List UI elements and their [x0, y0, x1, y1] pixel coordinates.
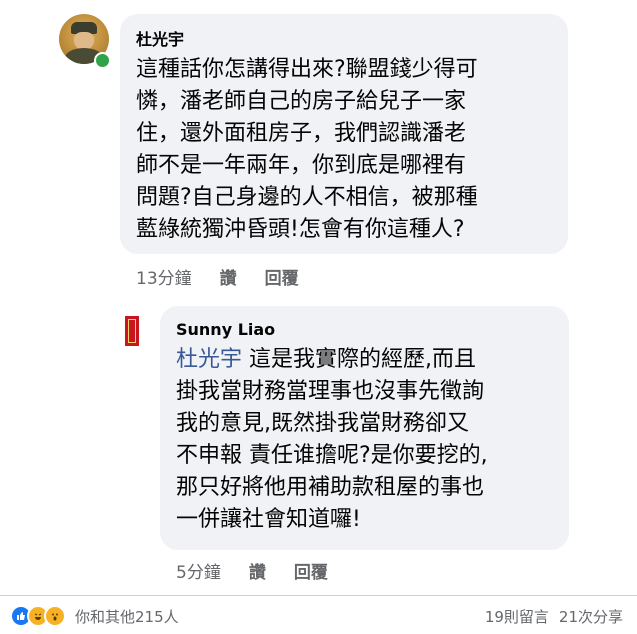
comment-text: 這種話你怎講得出來?聯盟錢少得可 憐，潘老師自己的房子給兒子一家 住，還外面租房… [136, 57, 478, 242]
comment-bubble: 杜光宇 這種話你怎講得出來?聯盟錢少得可 憐，潘老師自己的房子給兒子一家 住，還… [120, 14, 568, 254]
reply-button[interactable]: 回覆 [265, 264, 299, 289]
reaction-count: 你和其他215人 [75, 607, 179, 626]
divider [0, 595, 637, 596]
seal-border [128, 319, 136, 343]
comment-count[interactable]: 19則留言 [485, 606, 549, 627]
comment-time[interactable]: 13分鐘 [136, 264, 192, 289]
comment-author[interactable]: 杜光宇 [136, 26, 184, 50]
reply-avatar[interactable] [125, 316, 139, 346]
mention-link[interactable]: 杜光宇 [176, 347, 242, 372]
reply-text: 杜光宇 這是我實際的經歷,而且 掛我當財務當理事也沒事先徵詢 我的意見,既然掛我… [176, 344, 488, 536]
reply-text-rest: 掛我當財務當理事也沒事先徵詢 我的意見,既然掛我當財務卻又 不申報 責任谁擔呢?… [176, 379, 488, 532]
reply-bubble: Sunny Liao 杜光宇 這是我實際的經歷,而且 掛我當財務當理事也沒事先徵… [160, 306, 569, 550]
comment-actions: 13分鐘 讚 回覆 [136, 264, 299, 289]
reply-button[interactable]: 回覆 [294, 558, 328, 583]
reply-actions: 5分鐘 讚 回覆 [176, 558, 328, 583]
wow-icon [44, 605, 66, 627]
reactions-summary[interactable]: 你和其他215人 [10, 605, 179, 627]
share-count[interactable]: 21次分享 [559, 606, 623, 627]
reply-time[interactable]: 5分鐘 [176, 558, 221, 583]
like-button[interactable]: 讚 [220, 264, 237, 289]
online-status-icon [94, 52, 111, 69]
like-button[interactable]: 讚 [249, 558, 266, 583]
reply-author[interactable]: Sunny Liao [176, 320, 275, 339]
reply-text-first: 這是我實際的經歷,而且 [242, 347, 477, 372]
post-stats: 19則留言 21次分享 [485, 606, 623, 627]
